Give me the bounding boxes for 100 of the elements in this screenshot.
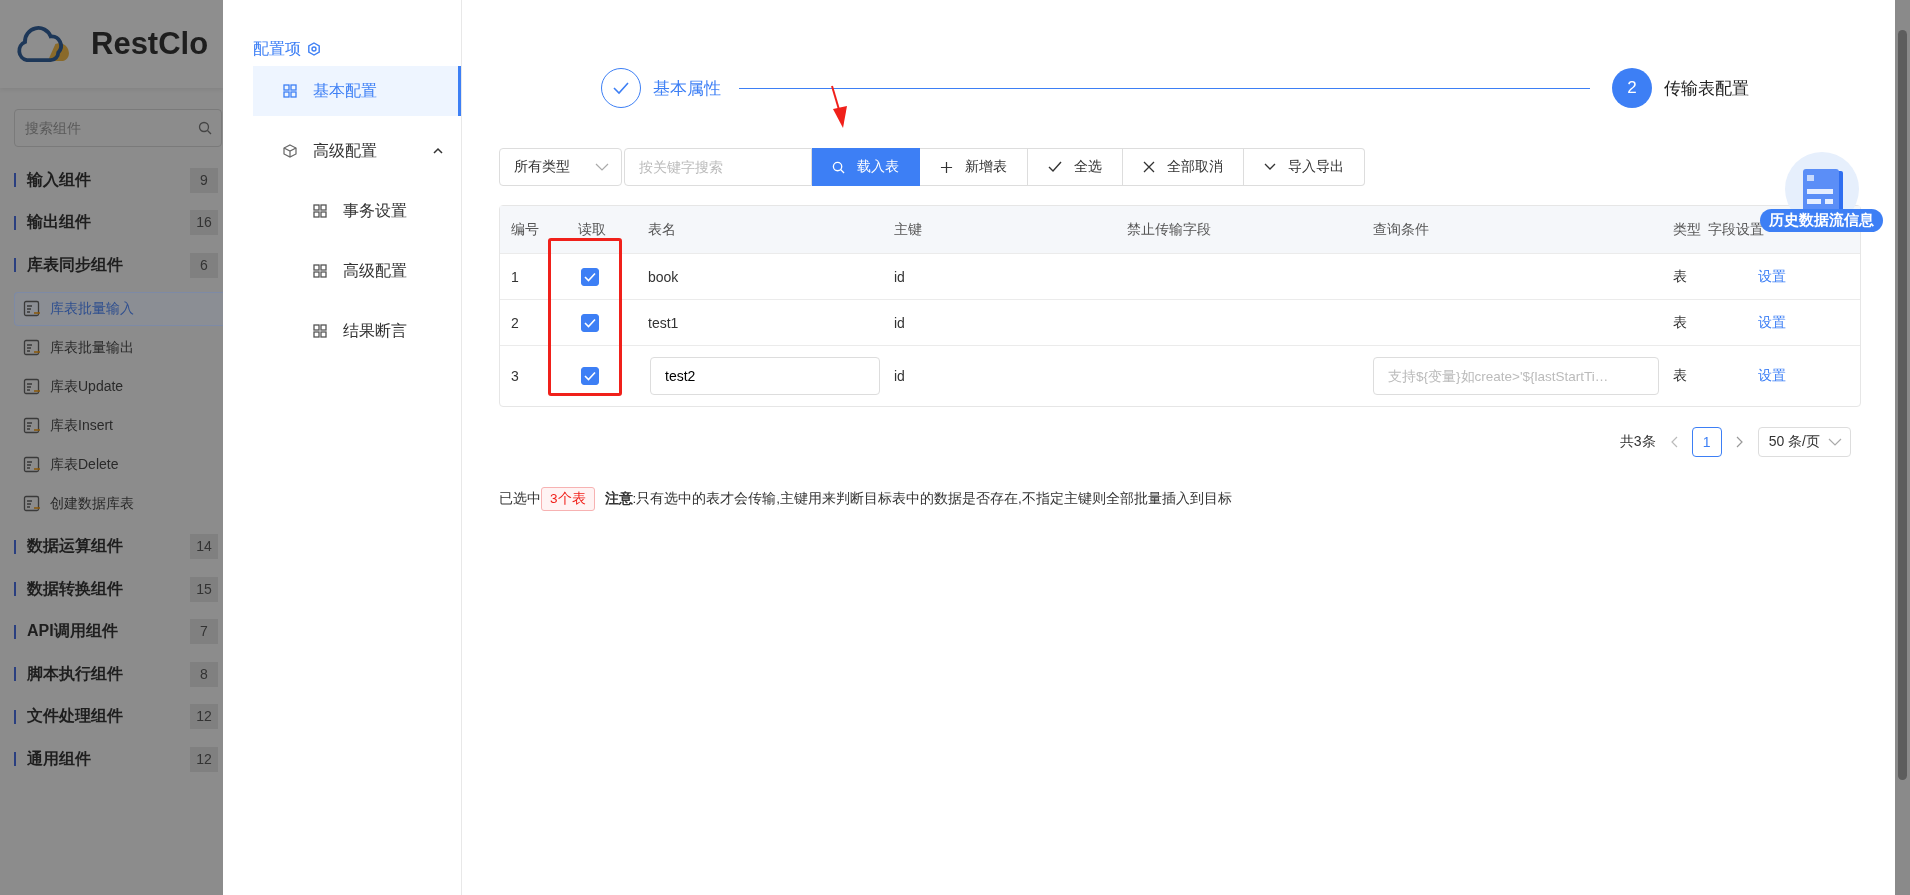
component-item[interactable]: 库表Update <box>14 369 223 404</box>
settings-icon <box>307 42 321 56</box>
component-item[interactable]: 库表Delete <box>14 447 223 482</box>
checkbox[interactable] <box>581 267 599 286</box>
count-badge: 7 <box>190 619 218 645</box>
category-title[interactable]: 数据转换组件 <box>27 578 190 600</box>
check-icon <box>584 271 596 282</box>
column-header: 类型 <box>1673 220 1701 239</box>
note-text: 注意:只有选中的表才会传输,主键用来判断目标表中的数据是否存在,不指定主键则全部批量插入到目标 <box>604 490 1232 508</box>
column-header: 读取 <box>578 220 606 239</box>
check-icon <box>612 81 630 95</box>
table-cell: 表 <box>1673 367 1687 385</box>
category-title[interactable]: 通用组件 <box>27 748 190 770</box>
checkbox[interactable] <box>581 313 599 332</box>
previous-page-icon[interactable] <box>1669 436 1678 448</box>
page-size-select[interactable]: 50 条/页 <box>1757 427 1851 457</box>
history-button[interactable] <box>1785 152 1859 209</box>
category-title[interactable]: 库表同步组件 <box>27 254 190 276</box>
table-cell: book <box>648 268 679 285</box>
page-button[interactable]: 1 <box>1691 427 1722 457</box>
category-title[interactable]: 脚本执行组件 <box>27 663 190 685</box>
column-header: 表名 <box>648 220 676 239</box>
grid-icon <box>283 84 297 98</box>
checkbox[interactable] <box>581 367 599 385</box>
settings-link[interactable]: 设置 <box>1758 267 1786 286</box>
search-icon <box>198 121 212 135</box>
plus-icon <box>940 160 953 174</box>
toolbar-button[interactable]: 新增表 <box>920 148 1028 186</box>
count-badge: 12 <box>190 704 218 730</box>
table-icon <box>23 494 41 513</box>
table-cell: 2 <box>511 314 519 331</box>
step-indicator: 2 <box>1612 68 1652 108</box>
logo-text: RestClo <box>91 26 209 62</box>
category-title[interactable]: 输出组件 <box>27 212 190 234</box>
annotation-arrow <box>830 85 850 129</box>
menu-item[interactable]: 高级配置 <box>253 126 461 176</box>
check-icon <box>584 371 596 381</box>
table-cell: 1 <box>511 268 519 285</box>
menu-item[interactable]: 高级配置 <box>253 246 461 296</box>
table-icon <box>23 299 41 318</box>
next-page-icon[interactable] <box>1735 436 1744 448</box>
table-icon <box>23 416 41 435</box>
count-badge: 12 <box>190 746 218 772</box>
count-badge: 15 <box>190 576 218 602</box>
count-badge: 16 <box>190 210 218 236</box>
category-title[interactable]: 输入组件 <box>27 169 190 191</box>
table-name-field[interactable]: test2 <box>650 357 880 395</box>
search-icon <box>832 160 845 174</box>
chevron-icon <box>595 163 609 171</box>
type-select[interactable]: 所有类型 <box>499 148 622 186</box>
table-cell: 表 <box>1673 267 1687 286</box>
selected-label: 已选中 <box>499 490 541 508</box>
toolbar-button[interactable]: 导入导出 <box>1244 148 1365 186</box>
query-field[interactable]: 支持${变量}如create>'${lastStartTi… <box>1373 357 1659 395</box>
table-cell: 3 <box>511 368 519 384</box>
close-icon <box>1143 161 1155 173</box>
component-item[interactable]: 库表Insert <box>14 408 223 443</box>
component-item[interactable]: 库表批量输出 <box>14 330 223 365</box>
chevron-icon <box>1264 163 1276 171</box>
count-badge: 9 <box>190 167 218 193</box>
table-cell: id <box>894 268 905 285</box>
table-icon <box>23 377 41 396</box>
toolbar-button[interactable]: 全选 <box>1028 148 1123 186</box>
toolbar-button[interactable]: 全部取消 <box>1123 148 1244 186</box>
scrollbar[interactable] <box>1895 0 1910 895</box>
total-count: 共3条 <box>1619 433 1656 451</box>
category-title[interactable]: 数据运算组件 <box>27 536 190 558</box>
menu-item[interactable]: 事务设置 <box>253 186 461 236</box>
count-badge: 6 <box>190 252 218 278</box>
column-header: 禁止传输字段 <box>1127 220 1211 239</box>
step-label: 传输表配置 <box>1664 77 1749 100</box>
category-title[interactable]: 文件处理组件 <box>27 706 190 728</box>
check-icon <box>584 317 596 328</box>
count-tag: 3个表 <box>541 487 595 511</box>
caret-icon <box>433 147 443 155</box>
table-cell: id <box>894 314 905 331</box>
grid-icon <box>313 204 327 218</box>
menu-item[interactable]: 结果断言 <box>253 306 461 356</box>
table-cell: test1 <box>648 314 679 331</box>
grid-icon <box>313 264 327 278</box>
count-badge: 8 <box>190 661 218 687</box>
category-title[interactable]: API调用组件 <box>27 621 190 643</box>
table-icon <box>23 455 41 474</box>
table-icon <box>23 338 41 357</box>
check-icon <box>1048 161 1062 173</box>
column-header: 查询条件 <box>1373 220 1429 239</box>
cube-icon <box>283 144 297 158</box>
table-cell: id <box>894 368 905 384</box>
step-label: 基本属性 <box>653 77 721 100</box>
menu-title: 配置项 <box>253 38 301 59</box>
component-item[interactable]: 创建数据库表 <box>14 486 223 521</box>
settings-link[interactable]: 设置 <box>1758 367 1786 385</box>
settings-link[interactable]: 设置 <box>1758 313 1786 332</box>
chevron-icon <box>1828 438 1842 446</box>
menu-item[interactable]: 基本配置 <box>253 66 461 116</box>
column-header: 编号 <box>511 220 539 239</box>
count-badge: 14 <box>190 534 218 560</box>
component-item[interactable]: 库表批量输入 <box>14 291 223 326</box>
toolbar-button[interactable]: 载入表 <box>812 148 920 186</box>
table-cell: 表 <box>1673 313 1687 332</box>
